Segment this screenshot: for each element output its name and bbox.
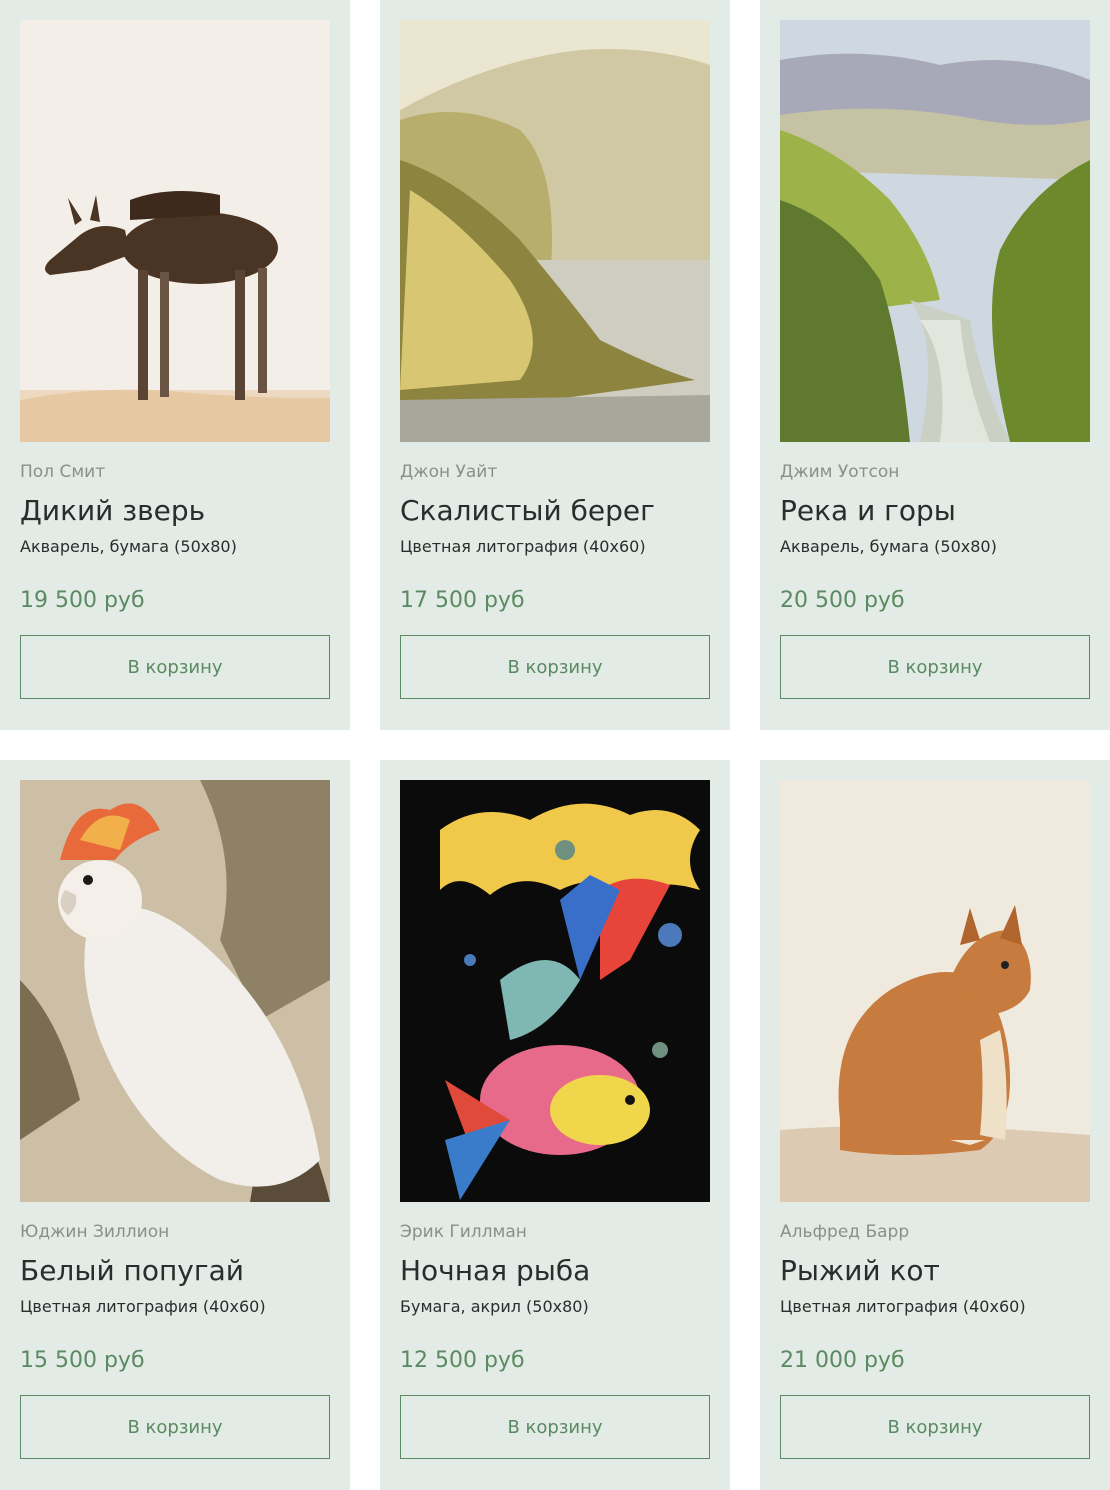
artwork-medium: Акварель, бумага (50x80) <box>20 537 237 556</box>
product-image-cockatoo[interactable] <box>20 780 330 1202</box>
artwork-price: 12 500 руб <box>400 1348 525 1373</box>
product-card: Альфред Барр Рыжий кот Цветная литографи… <box>760 760 1110 1490</box>
artwork-medium: Цветная литография (40x60) <box>20 1297 266 1316</box>
add-to-cart-button[interactable]: В корзину <box>780 1395 1090 1459</box>
add-to-cart-button[interactable]: В корзину <box>400 635 710 699</box>
artwork-title[interactable]: Рыжий кот <box>780 1254 940 1287</box>
artwork-price: 15 500 руб <box>20 1348 145 1373</box>
product-grid: Пол Смит Дикий зверь Акварель, бумага (5… <box>0 0 1110 1490</box>
artist-name: Альфред Барр <box>780 1222 910 1242</box>
product-card: Джим Уотсон Река и горы Акварель, бумага… <box>760 0 1110 730</box>
artwork-title[interactable]: Дикий зверь <box>20 494 205 527</box>
artwork-price: 20 500 руб <box>780 588 905 613</box>
artwork-title[interactable]: Скалистый берег <box>400 494 655 527</box>
artwork-title[interactable]: Ночная рыба <box>400 1254 590 1287</box>
artist-name: Эрик Гиллман <box>400 1222 527 1242</box>
add-to-cart-button[interactable]: В корзину <box>400 1395 710 1459</box>
artist-name: Джим Уотсон <box>780 462 900 482</box>
product-card: Юджин Зиллион Белый попугай Цветная лито… <box>0 760 350 1490</box>
artwork-medium: Цветная литография (40x60) <box>400 537 646 556</box>
artwork-title[interactable]: Река и горы <box>780 494 956 527</box>
product-card: Джон Уайт Скалистый берег Цветная литогр… <box>380 0 730 730</box>
artwork-medium: Акварель, бумага (50x80) <box>780 537 997 556</box>
artwork-price: 19 500 руб <box>20 588 145 613</box>
product-image-rocky-shore[interactable] <box>400 20 710 442</box>
product-image-lynx[interactable] <box>780 780 1090 1202</box>
add-to-cart-button[interactable]: В корзину <box>780 635 1090 699</box>
product-image-night-fish[interactable] <box>400 780 710 1202</box>
product-image-moose[interactable] <box>20 20 330 442</box>
artwork-price: 17 500 руб <box>400 588 525 613</box>
add-to-cart-button[interactable]: В корзину <box>20 1395 330 1459</box>
artwork-title[interactable]: Белый попугай <box>20 1254 244 1287</box>
product-card: Пол Смит Дикий зверь Акварель, бумага (5… <box>0 0 350 730</box>
artwork-medium: Бумага, акрил (50x80) <box>400 1297 589 1316</box>
product-card: Эрик Гиллман Ночная рыба Бумага, акрил (… <box>380 760 730 1490</box>
artist-name: Джон Уайт <box>400 462 498 482</box>
artwork-price: 21 000 руб <box>780 1348 905 1373</box>
artwork-medium: Цветная литография (40x60) <box>780 1297 1026 1316</box>
product-image-river-mountains[interactable] <box>780 20 1090 442</box>
artist-name: Пол Смит <box>20 462 106 482</box>
add-to-cart-button[interactable]: В корзину <box>20 635 330 699</box>
artist-name: Юджин Зиллион <box>20 1222 170 1242</box>
